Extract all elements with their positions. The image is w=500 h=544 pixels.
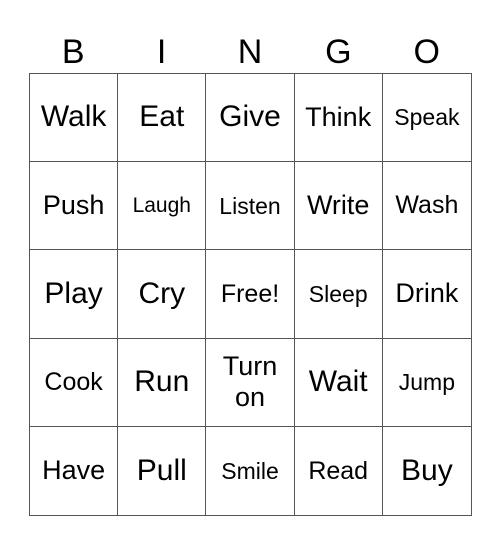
bingo-header: B I N G O <box>29 30 471 74</box>
bingo-cell[interactable]: Think <box>294 74 383 163</box>
bingo-cell[interactable]: Read <box>295 426 383 515</box>
bingo-cell[interactable]: Wait <box>294 338 383 427</box>
bingo-cell[interactable]: Drink <box>382 250 471 339</box>
bingo-cell[interactable]: Cook <box>30 338 119 427</box>
bingo-cell[interactable]: Listen <box>206 162 295 251</box>
bingo-cell[interactable]: Have <box>30 426 119 515</box>
header-letter-o: O <box>413 33 440 71</box>
bingo-cell[interactable]: Smile <box>206 426 295 515</box>
header-letter-b: B <box>61 33 85 71</box>
header-letter-i: I <box>156 33 167 71</box>
bingo-cell[interactable]: Wash <box>382 162 471 251</box>
bingo-cell[interactable]: Play <box>30 250 119 339</box>
bingo-cell[interactable]: Buy <box>383 427 471 515</box>
bingo-cell[interactable]: Run <box>118 338 207 427</box>
bingo-cell[interactable]: Sleep <box>294 250 383 339</box>
bingo-cell[interactable]: Cry <box>118 250 207 339</box>
bingo-cell[interactable]: Eat <box>118 74 207 163</box>
bingo-grid: Walk Eat Give Think Speak Push Laugh Lis… <box>29 73 472 516</box>
bingo-cell[interactable]: Give <box>206 74 295 163</box>
bingo-cell[interactable]: Pull <box>118 426 207 515</box>
bingo-cell[interactable]: Turn on <box>206 338 295 427</box>
bingo-cell[interactable]: Push <box>30 162 119 251</box>
bingo-cell[interactable]: Speak <box>382 74 471 163</box>
bingo-cell[interactable]: Walk <box>30 74 119 163</box>
bingo-cell[interactable]: Jump <box>382 339 471 427</box>
header-letter-g: G <box>325 33 352 71</box>
bingo-cell[interactable]: Laugh <box>118 162 207 251</box>
bingo-cell-free[interactable]: Free! <box>206 250 295 339</box>
bingo-cell[interactable]: Write <box>294 162 383 251</box>
header-letter-n: N <box>237 33 263 71</box>
